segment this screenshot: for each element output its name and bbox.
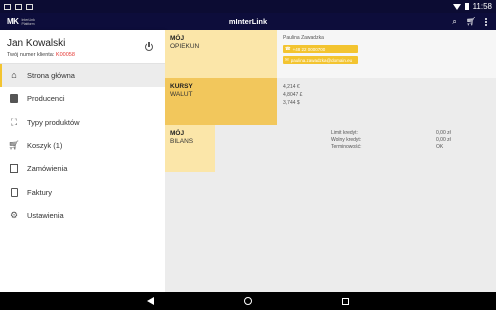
user-name: Jan Kowalski <box>7 38 66 49</box>
balance-details: Limit kredyt: 0,00 zł Wolny kredyt: 0,00… <box>215 125 496 172</box>
advisor-name: Paulina Zawadzka <box>283 35 324 41</box>
search-icon[interactable]: ⌕ <box>452 17 456 27</box>
home-nav-icon[interactable] <box>244 297 252 305</box>
phone-icon: ☎ <box>285 46 291 51</box>
settings-icon: ⚙ <box>9 209 19 220</box>
recent-apps-icon[interactable] <box>342 297 349 305</box>
cart-icon: 🛒︎ <box>8 140 20 151</box>
menu-item-home[interactable]: ⌂ Strona główna <box>0 64 165 88</box>
invoice-icon <box>9 187 19 197</box>
balance-card: MÓJ BILANS Limit kredyt: 0,00 zł Wolny k… <box>165 125 496 172</box>
rate-usd: 3,744 $ <box>283 100 300 106</box>
app-title: mInterLink <box>228 17 268 26</box>
back-icon[interactable] <box>147 297 154 305</box>
wifi-icon <box>452 3 461 10</box>
product-types-icon: ⛶ <box>10 116 18 127</box>
system-nav-bar <box>0 292 496 310</box>
menu-item-label: Faktury <box>27 187 53 197</box>
balance-label: Wolny kredyt: <box>331 137 362 143</box>
menu-item-product-types[interactable]: ⛶ Typy produktów <box>0 111 165 134</box>
cart-icon[interactable]: 🛒︎ <box>466 17 476 26</box>
menu-item-orders[interactable]: Zamówienia <box>0 157 165 180</box>
notification-icons <box>0 3 33 10</box>
status-bar: 11:58 <box>0 0 496 13</box>
advisor-details: Paulina Zawadzka ☎ +48 22 0000700 ✉ paul… <box>277 30 496 78</box>
balance-title: MÓJ BILANS <box>165 125 215 172</box>
app-logo: MK InterLink Platform <box>0 17 47 26</box>
balance-label: Limit kredyt: <box>331 130 358 136</box>
navigation-drawer: Jan Kowalski Twój numer klienta: K00058 … <box>0 30 165 292</box>
logo-mark: MK <box>7 17 19 26</box>
advisor-card: MÓJ OPIEKUN Paulina Zawadzka ☎ +48 22 00… <box>165 30 496 78</box>
menu-item-label: Ustawienia <box>27 210 64 220</box>
rates-title: KURSY WALUT <box>165 78 277 125</box>
producer-icon <box>9 94 19 104</box>
client-number-label: Twój numer klienta: <box>7 52 55 58</box>
menu-item-cart[interactable]: 🛒︎ Koszyk (1) <box>0 134 165 157</box>
menu-item-label: Koszyk (1) <box>27 141 63 151</box>
rate-eur: 4,214 € <box>283 84 300 90</box>
email-icon: ✉ <box>285 57 289 62</box>
power-icon[interactable] <box>145 41 153 51</box>
menu-item-settings[interactable]: ⚙ Ustawienia <box>0 204 165 227</box>
battery-icon <box>464 3 469 10</box>
screenshot-icon <box>26 3 33 10</box>
drawer-menu: ⌂ Strona główna Producenci ⛶ Typy produk… <box>0 64 165 227</box>
phone-button[interactable]: ☎ +48 22 0000700 <box>283 45 358 53</box>
logo-text: InterLink Platform <box>21 17 35 26</box>
rates-values: 4,214 € 4,8047 £ 3,744 $ <box>277 78 496 125</box>
email-button[interactable]: ✉ paulina.zawadzka@domain.eu <box>283 56 358 64</box>
more-vert-icon[interactable] <box>485 17 487 26</box>
orders-icon <box>9 164 19 174</box>
balance-label: Terminowość: <box>331 144 362 150</box>
menu-item-label: Producenci <box>27 94 65 104</box>
exchange-rates-card: KURSY WALUT 4,214 € 4,8047 £ 3,744 $ <box>165 78 496 125</box>
dashboard: MÓJ OPIEKUN Paulina Zawadzka ☎ +48 22 00… <box>165 30 496 292</box>
client-number: K00058 <box>55 52 75 58</box>
menu-item-producers[interactable]: Producenci <box>0 87 165 110</box>
menu-item-label: Zamówienia <box>27 164 68 174</box>
balance-value: 0,00 zł <box>436 130 451 136</box>
home-icon: ⌂ <box>11 70 17 81</box>
menu-item-label: Strona główna <box>27 71 75 81</box>
client-number-line: Twój numer klienta: K00058 <box>7 52 165 58</box>
menu-item-label: Typy produktów <box>27 117 80 127</box>
drawer-header: Jan Kowalski Twój numer klienta: K00058 <box>0 30 165 64</box>
notification-icon <box>15 3 22 10</box>
advisor-title: MÓJ OPIEKUN <box>165 30 277 78</box>
image-icon <box>4 3 11 10</box>
balance-value: 0,00 zł <box>436 137 451 143</box>
app-bar: MK InterLink Platform mInterLink ⌕ 🛒︎ <box>0 13 496 30</box>
clock: 11:58 <box>472 2 492 11</box>
rate-gbp: 4,8047 £ <box>283 92 303 98</box>
balance-value: OK <box>436 144 444 150</box>
menu-item-invoices[interactable]: Faktury <box>0 180 165 203</box>
